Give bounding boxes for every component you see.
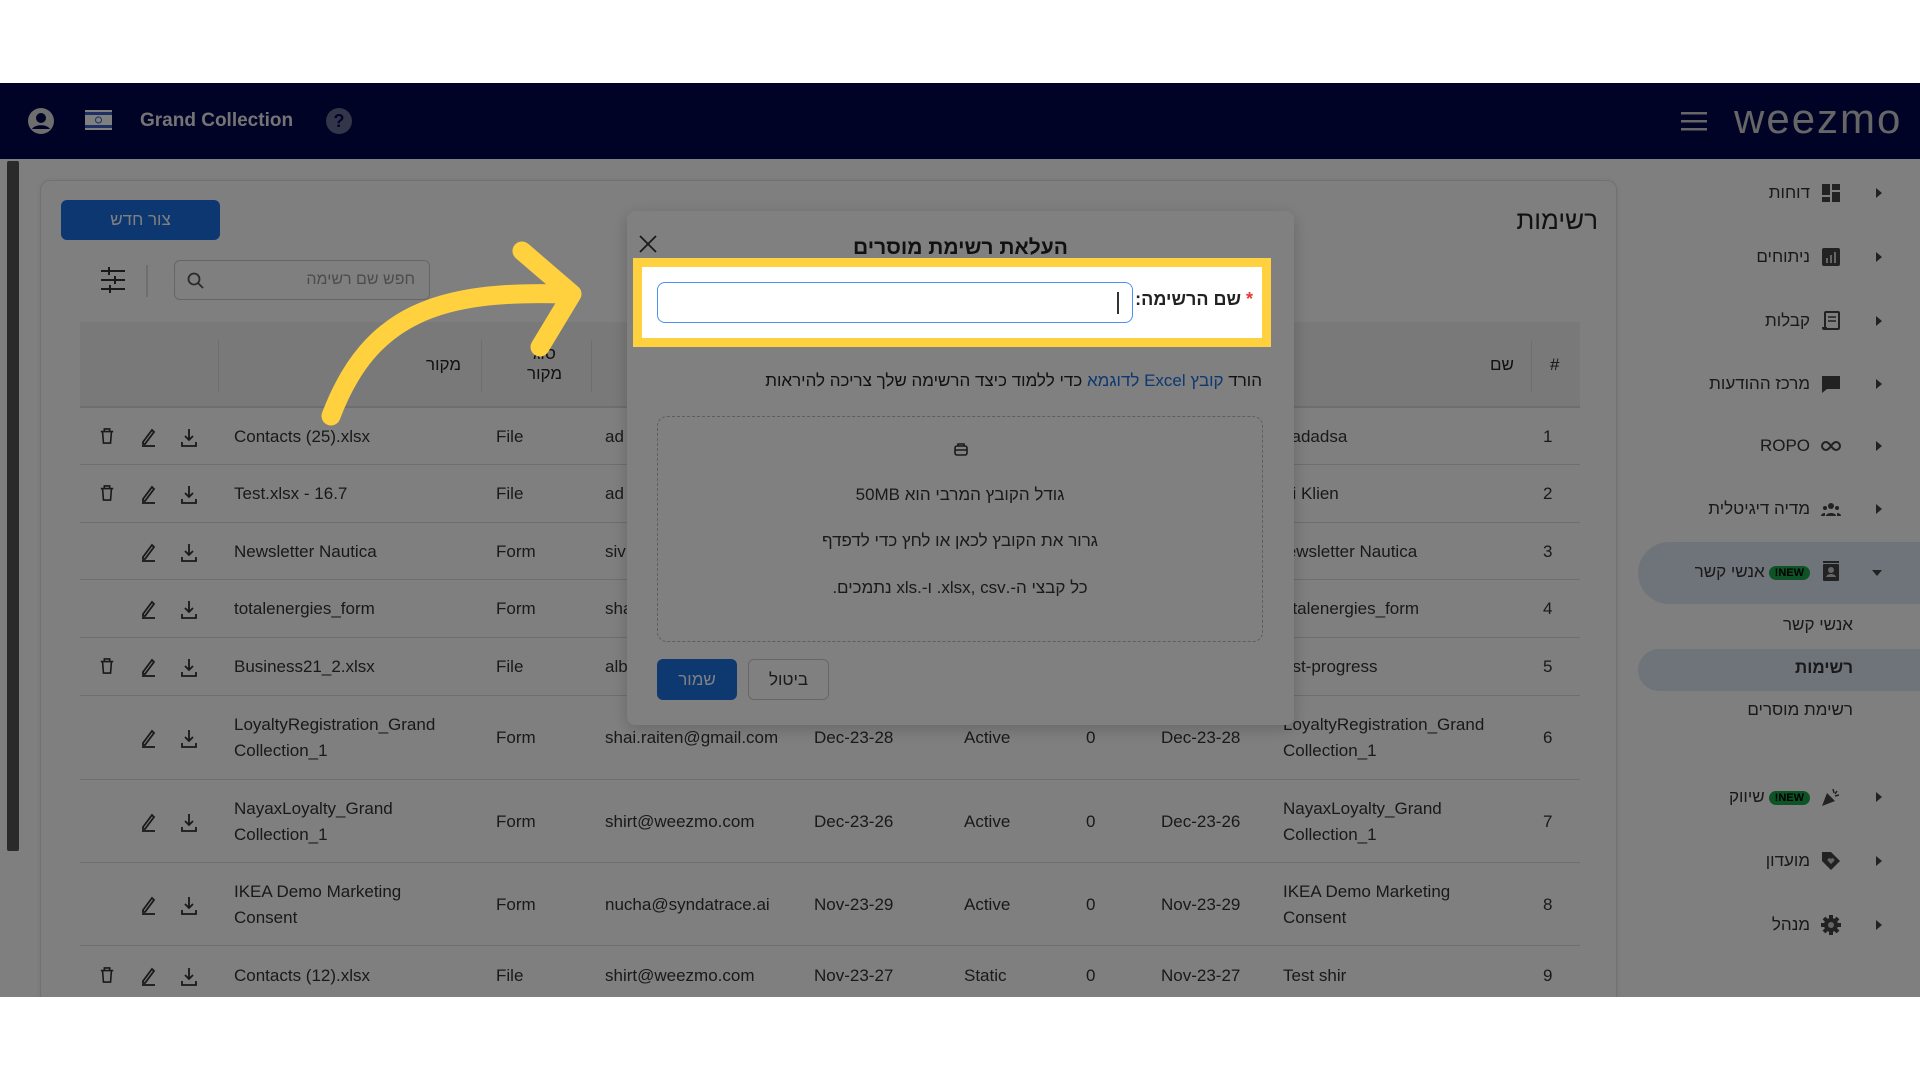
tutorial-arrow-icon xyxy=(321,241,582,426)
save-button[interactable]: שמור xyxy=(657,659,737,700)
supported-formats-text: כל קבצי ה-.xlsx, csv. ו-.xls נתמכים. xyxy=(832,578,1088,597)
file-dropzone[interactable]: גודל הקובץ המרבי הוא 50MB גרור את הקובץ … xyxy=(657,416,1263,642)
instructions-prefix: הורד xyxy=(1223,371,1262,390)
max-size-text: גודל הקובץ המרבי הוא 50MB xyxy=(855,485,1065,504)
list-name-input[interactable] xyxy=(657,282,1133,323)
list-name-label-text: שם הרשימה: xyxy=(1135,289,1241,309)
required-asterisk: * xyxy=(1245,289,1253,309)
file-upload-icon xyxy=(954,443,968,456)
modal-title: העלאת רשימת מוסרים xyxy=(853,236,1068,259)
instructions-suffix: כדי ללמוד כיצד הרשימה שלך צריכה להיראות xyxy=(765,371,1087,390)
list-name-label: * שם הרשימה: xyxy=(1135,289,1253,310)
drop-hint-text: גרור את הקובץ לכאן או לחץ כדי לדפדף xyxy=(822,531,1098,550)
sample-file-instructions: הורד קובץ Excel לדוגמא כדי ללמוד כיצד הר… xyxy=(765,371,1262,391)
cancel-button[interactable]: ביטול xyxy=(748,659,829,700)
app: Grand Collection ? weezmo צור חדש רשימות… xyxy=(0,83,1920,997)
sample-excel-link[interactable]: קובץ Excel לדוגמא xyxy=(1087,371,1224,390)
text-cursor xyxy=(1117,292,1119,314)
highlighted-list-name-field: * שם הרשימה: xyxy=(633,258,1271,347)
